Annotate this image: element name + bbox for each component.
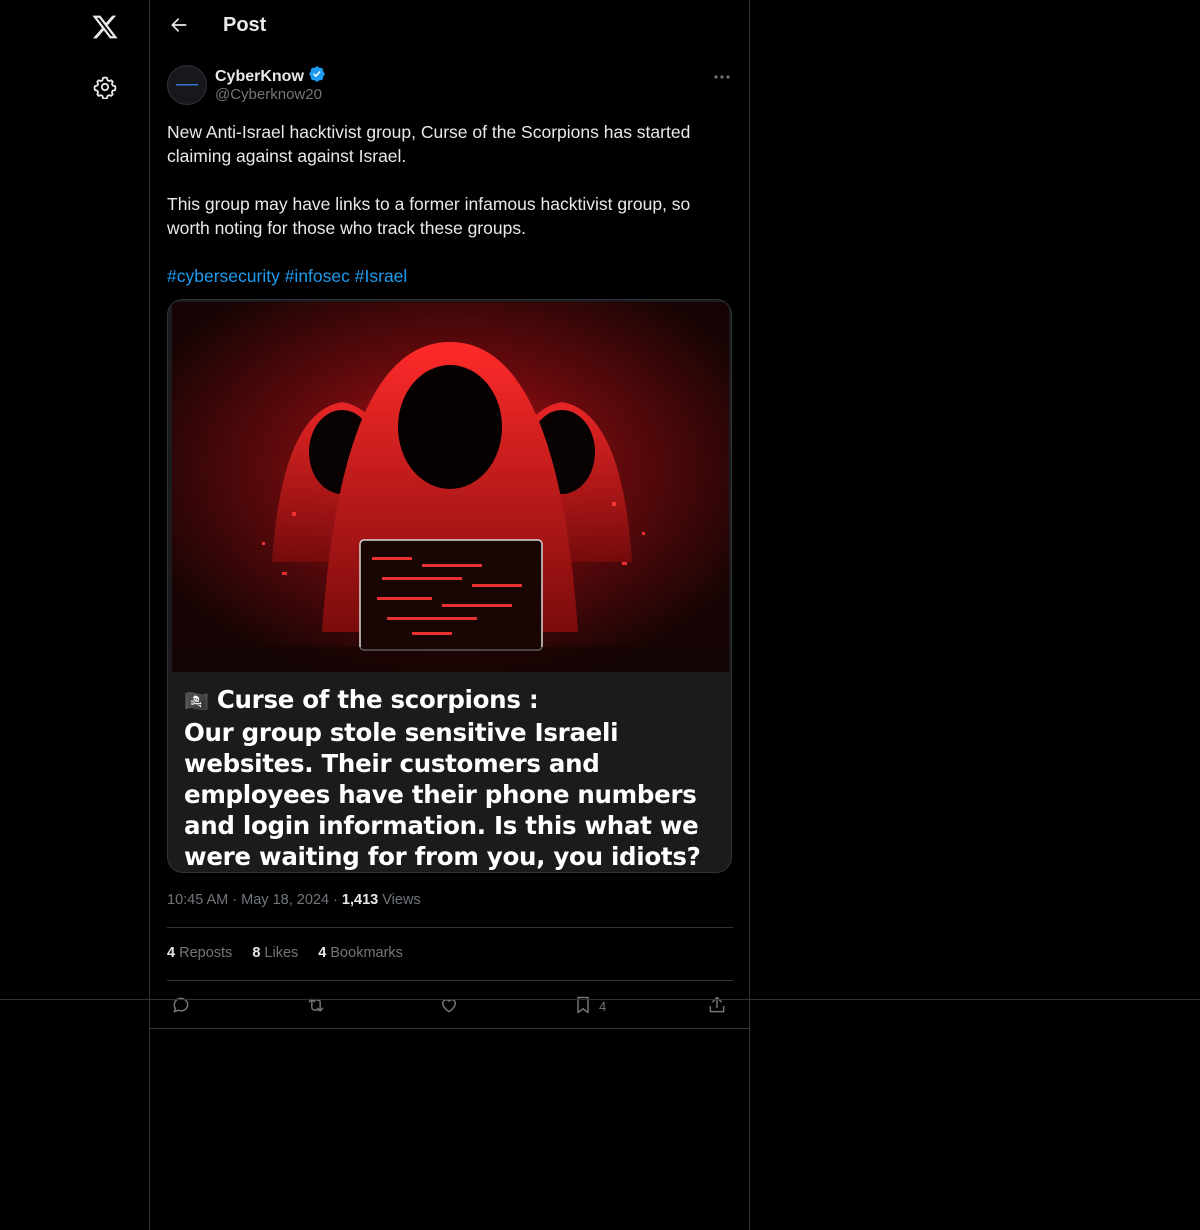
action-bar: 4 [167,993,733,1019]
author-handle[interactable]: @Cyberknow20 [215,86,322,103]
left-nav-rail [0,0,149,1230]
arrow-left-icon [169,15,189,40]
likes-stat[interactable]: 8 Likes [252,945,298,961]
gear-icon[interactable] [88,70,122,104]
author-name-text: CyberKnow [215,67,304,85]
reply-button[interactable] [171,993,191,1019]
post-metadata: 10:45 AM · May 18, 2024 · 1,413 Views [167,892,421,908]
views-label: Views [382,892,421,908]
post-time[interactable]: 10:45 AM [167,892,228,908]
more-options-button[interactable] [710,65,734,87]
page-title: Post [223,14,267,36]
reply-icon [171,995,191,1018]
post-header: Post [150,0,749,53]
heart-icon [439,995,459,1018]
bookmark-icon [573,995,593,1018]
caption-title: Curse of the scorpions : [216,685,539,714]
back-button[interactable] [164,12,194,42]
bookmark-count: 4 [599,998,607,1014]
avatar[interactable] [167,65,207,105]
bookmarks-stat[interactable]: 4 Bookmarks [318,945,403,961]
hashtag-link[interactable]: #cybersecurity [167,266,280,286]
share-icon [707,995,727,1018]
post-date[interactable]: May 18, 2024 [241,892,329,908]
x-logo-icon[interactable] [88,10,122,44]
reposts-stat[interactable]: 4 Reposts [167,945,232,961]
views-count: 1,413 [341,892,379,908]
caption-body: Our group stole sensitive Israeli websit… [184,718,701,871]
bookmark-button[interactable]: 4 [573,993,606,1019]
media-caption: 🏴‍☠️ Curse of the scorpions : Our group … [184,684,714,872]
pirate-flag-icon: 🏴‍☠️ [184,689,209,713]
like-button[interactable] [439,993,459,1019]
verified-badge-icon [308,65,326,88]
author-name[interactable]: CyberKnow [215,65,326,88]
hashtag-link[interactable]: #Israel [355,266,408,286]
repost-icon [305,995,327,1018]
more-dots-icon [713,67,731,85]
post-media[interactable]: 🏴‍☠️ Curse of the scorpions : Our group … [167,299,732,873]
hooded-hackers-image [172,302,729,672]
divider [0,999,1200,1000]
post-paragraph: This group may have links to a former in… [167,194,691,238]
hashtag-link[interactable]: #infosec [285,266,350,286]
hashtag-line: #cybersecurity #infosec #Israel [167,264,727,288]
divider [150,1028,749,1029]
post-column: Post CyberKnow @Cyberknow20 New Anti-Isr… [149,0,750,1230]
post-body: New Anti-Israel hacktivist group, Curse … [167,120,727,288]
share-button[interactable] [707,993,727,1019]
divider [167,927,733,928]
repost-button[interactable] [305,993,327,1019]
divider [167,980,733,981]
post-paragraph: New Anti-Israel hacktivist group, Curse … [167,122,691,166]
engagement-stats: 4 Reposts 8 Likes 4 Bookmarks [167,945,403,961]
